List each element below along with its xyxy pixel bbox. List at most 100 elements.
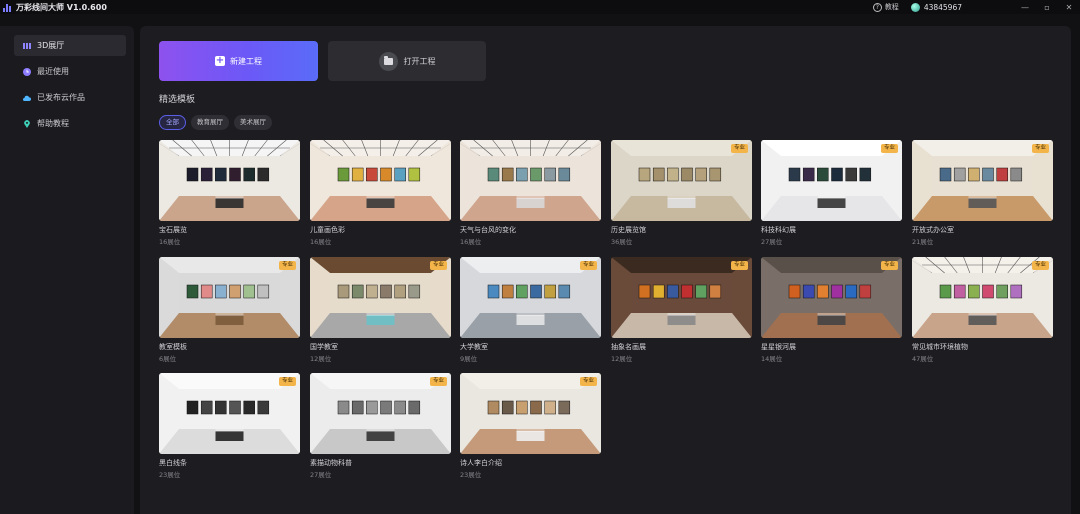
template-title: 科技科幻展: [761, 226, 796, 234]
template-thumbnail[interactable]: 专业: [460, 373, 601, 454]
template-title: 大学教室: [460, 343, 488, 351]
template-title: 儿童画色彩: [310, 226, 345, 234]
template-title: 开放式办公室: [912, 226, 954, 234]
sidebar-item-help[interactable]: 帮助教程: [14, 113, 126, 134]
template-card[interactable]: 专业国学教室 12展位: [310, 257, 451, 363]
template-thumbnail[interactable]: 专业: [460, 257, 601, 338]
sidebar-item-recent[interactable]: 最近使用: [14, 61, 126, 82]
template-slot-count: 21展位: [912, 238, 934, 246]
section-title: 精选模板: [159, 95, 196, 105]
template-slot-count: 9展位: [460, 355, 478, 363]
pro-badge: 专业: [880, 261, 898, 270]
template-title: 国学教室: [310, 343, 338, 351]
sidebar-item-label: 3D展厅: [37, 41, 65, 50]
pro-badge: 专业: [429, 377, 447, 386]
template-card[interactable]: 专业星星银河展 14展位: [761, 257, 902, 363]
template-title: 黑白线条: [159, 459, 187, 467]
template-thumbnail[interactable]: 专业: [310, 373, 451, 454]
template-card[interactable]: 专业常见城市环境植物 47展位: [912, 257, 1053, 363]
new-project-button[interactable]: + 新建工程: [159, 41, 318, 81]
pro-badge: 专业: [278, 377, 296, 386]
template-card[interactable]: 专业教室模板 6展位: [159, 257, 300, 363]
template-card[interactable]: 专业黑白线条 23展位: [159, 373, 300, 479]
template-slot-count: 12展位: [310, 355, 332, 363]
pro-badge: 专业: [278, 261, 296, 270]
sidebar-item-3d-hall[interactable]: 3D展厅: [14, 35, 126, 56]
template-slot-count: 16展位: [460, 238, 482, 246]
sidebar-item-label: 最近使用: [37, 67, 69, 76]
template-slot-count: 12展位: [611, 355, 633, 363]
template-slot-count: 14展位: [761, 355, 783, 363]
template-thumbnail[interactable]: 专业: [912, 140, 1053, 221]
template-thumbnail[interactable]: [460, 140, 601, 221]
template-card[interactable]: 专业科技科幻展 27展位: [761, 140, 902, 246]
open-project-button[interactable]: 打开工程: [328, 41, 486, 81]
template-title: 星星银河展: [761, 343, 796, 351]
close-button[interactable]: ✕: [1058, 0, 1080, 14]
template-thumbnail[interactable]: 专业: [761, 257, 902, 338]
avatar[interactable]: [910, 2, 920, 12]
app-logo-icon: [3, 3, 12, 12]
template-slot-count: 6展位: [159, 355, 177, 363]
template-title: 教室模板: [159, 343, 187, 351]
template-card[interactable]: 专业大学教室 9展位: [460, 257, 601, 363]
template-card[interactable]: 专业诗人李白介绍 23展位: [460, 373, 601, 479]
template-thumbnail[interactable]: [310, 140, 451, 221]
template-thumbnail[interactable]: 专业: [310, 257, 451, 338]
template-slot-count: 27展位: [310, 471, 332, 479]
app-title: 万彩线间大师 V1.0.600: [16, 2, 107, 12]
cloud-icon: [23, 94, 32, 102]
pro-badge: 专业: [880, 144, 898, 153]
sidebar: 3D展厅 最近使用 已发布云作品 帮助教程: [0, 26, 134, 514]
template-title: 天气与台风的变化: [460, 226, 516, 234]
template-title: 抽象名画展: [611, 343, 646, 351]
template-card[interactable]: 专业素描动物科普 27展位: [310, 373, 451, 479]
pro-badge: 专业: [1031, 144, 1049, 153]
template-thumbnail[interactable]: [159, 140, 300, 221]
template-title: 诗人李白介绍: [460, 459, 502, 467]
template-title: 常见城市环境植物: [912, 343, 968, 351]
template-card[interactable]: 天气与台风的变化 16展位: [460, 140, 601, 246]
template-title: 素描动物科普: [310, 459, 352, 467]
user-id[interactable]: 43845967: [924, 3, 962, 12]
pro-badge: 专业: [730, 144, 748, 153]
filter-chip-all[interactable]: 全部: [159, 115, 186, 130]
plus-icon: +: [215, 55, 225, 66]
pro-badge: 专业: [579, 377, 597, 386]
template-card[interactable]: 专业历史展览馆 36展位: [611, 140, 752, 246]
template-thumbnail[interactable]: 专业: [159, 373, 300, 454]
title-bar: 万彩线间大师 V1.0.600 ? 教程 43845967 — ▫ ✕: [0, 0, 1080, 14]
filter-chips: 全部 教育展厅 美术展厅: [159, 115, 272, 130]
template-thumbnail[interactable]: 专业: [611, 257, 752, 338]
help-link[interactable]: 教程: [885, 2, 899, 12]
template-slot-count: 16展位: [159, 238, 181, 246]
template-slot-count: 27展位: [761, 238, 783, 246]
template-title: 历史展览馆: [611, 226, 646, 234]
clock-icon: [23, 67, 31, 76]
maximize-button[interactable]: ▫: [1036, 0, 1058, 14]
pin-icon: [23, 119, 31, 128]
template-thumbnail[interactable]: 专业: [761, 140, 902, 221]
template-thumbnail[interactable]: 专业: [912, 257, 1053, 338]
template-card[interactable]: 专业抽象名画展 12展位: [611, 257, 752, 363]
pro-badge: 专业: [1031, 261, 1049, 270]
template-thumbnail[interactable]: 专业: [159, 257, 300, 338]
sidebar-item-published[interactable]: 已发布云作品: [14, 87, 126, 108]
template-slot-count: 47展位: [912, 355, 934, 363]
template-slot-count: 23展位: [159, 471, 181, 479]
help-icon[interactable]: ?: [872, 2, 882, 12]
pro-badge: 专业: [429, 261, 447, 270]
filter-chip-education[interactable]: 教育展厅: [191, 115, 229, 130]
template-card[interactable]: 宝石展览 16展位: [159, 140, 300, 246]
minimize-button[interactable]: —: [1014, 0, 1036, 14]
open-project-label: 打开工程: [403, 56, 436, 66]
template-title: 宝石展览: [159, 226, 187, 234]
grid-bars-icon: [23, 42, 31, 50]
template-card[interactable]: 儿童画色彩 16展位: [310, 140, 451, 246]
template-card[interactable]: 专业开放式办公室 21展位: [912, 140, 1053, 246]
template-slot-count: 23展位: [460, 471, 482, 479]
template-slot-count: 36展位: [611, 238, 633, 246]
filter-chip-art[interactable]: 美术展厅: [234, 115, 272, 130]
folder-icon: [378, 51, 398, 71]
template-thumbnail[interactable]: 专业: [611, 140, 752, 221]
